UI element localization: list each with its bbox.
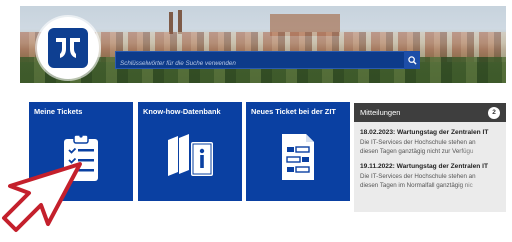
tile-knowledge-base[interactable]: Know-how-Datenbank xyxy=(138,102,242,201)
books-info-icon xyxy=(168,134,213,176)
church-spire xyxy=(169,12,173,34)
search-input[interactable] xyxy=(116,55,405,72)
university-logo[interactable] xyxy=(37,17,99,79)
news-item-text: Die IT-Services der Hochschule stehen an… xyxy=(360,173,476,189)
pointer-arrow-icon xyxy=(2,162,82,232)
news-item[interactable]: 18.02.2023: Wartungstag der Zentralen IT… xyxy=(354,129,506,156)
search-icon xyxy=(407,55,417,65)
tile-label: Meine Tickets xyxy=(34,107,83,116)
notifications-header: Mitteilungen 2 xyxy=(354,103,506,122)
tile-new-ticket[interactable]: Neues Ticket bei der ZIT xyxy=(246,102,350,201)
search-button[interactable] xyxy=(404,51,420,69)
news-item[interactable]: 19.11.2022: Wartungstag der Zentralen IT… xyxy=(354,163,506,190)
notifications-panel: Mitteilungen 2 18.02.2023: Wartungstag d… xyxy=(354,103,506,212)
notifications-title: Mitteilungen xyxy=(360,108,401,117)
logo-mark-icon xyxy=(48,28,88,68)
news-item-title[interactable]: 18.02.2023: Wartungstag der Zentralen IT xyxy=(360,129,500,136)
tile-label: Know-how-Datenbank xyxy=(143,107,221,116)
church-spire xyxy=(178,10,182,34)
notifications-count-badge: 2 xyxy=(488,106,500,119)
search-bar xyxy=(115,51,406,72)
news-item-title[interactable]: 19.11.2022: Wartungstag der Zentralen IT xyxy=(360,163,500,170)
form-document-icon xyxy=(282,134,314,180)
tile-label: Neues Ticket bei der ZIT xyxy=(251,107,336,116)
news-item-text: Die IT-Services der Hochschule stehen an… xyxy=(360,139,476,155)
